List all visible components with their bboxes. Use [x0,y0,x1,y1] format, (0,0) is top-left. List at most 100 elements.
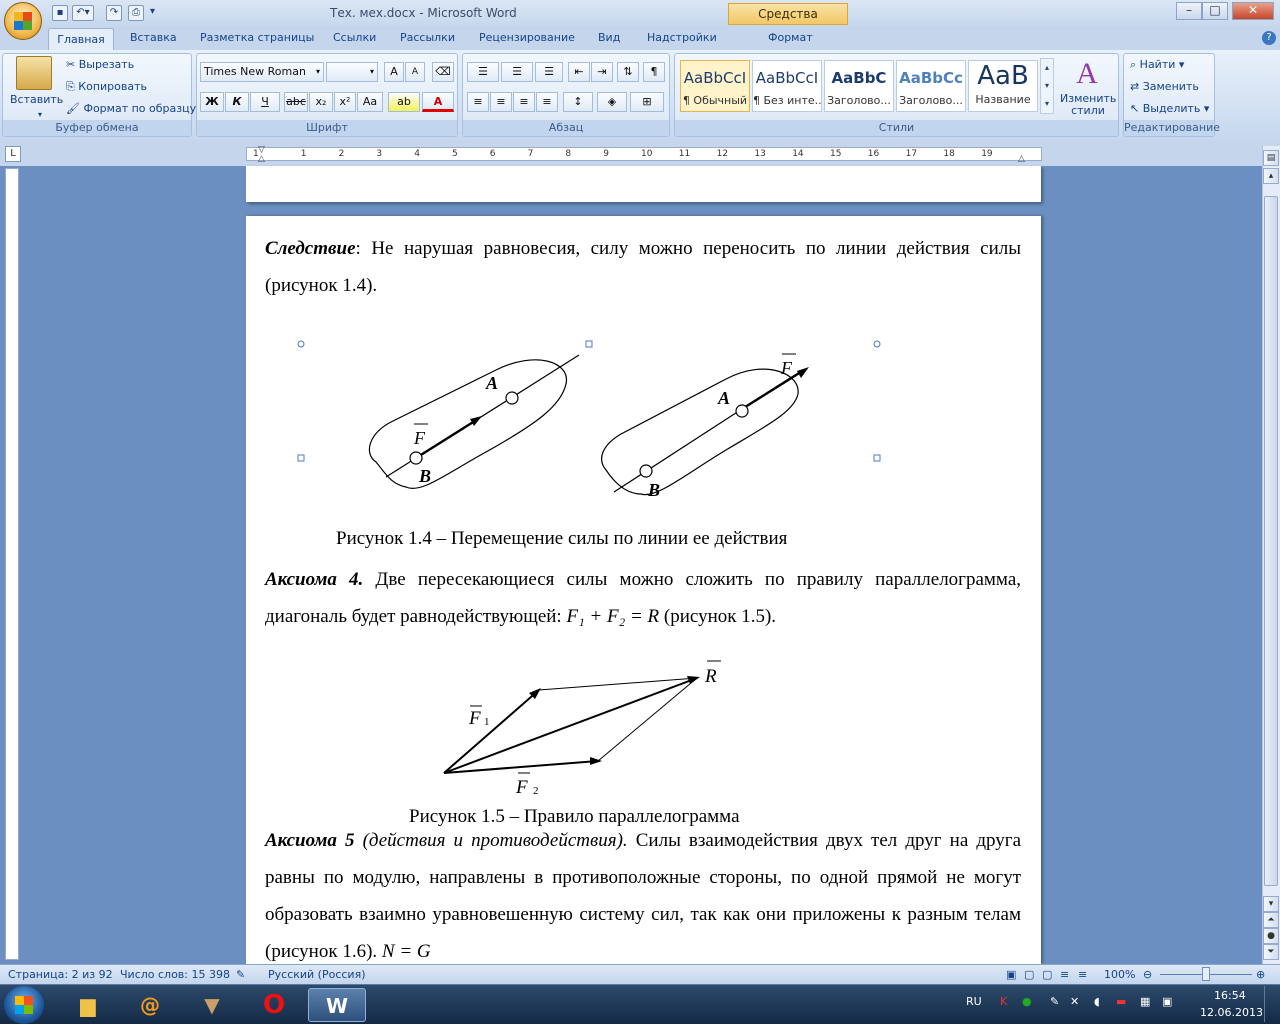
office-button[interactable] [4,2,42,40]
language-indicator[interactable]: Русский (Россия) [268,968,366,981]
tab-format[interactable]: Формат [768,31,813,44]
scrollbar-thumb[interactable] [1264,196,1278,886]
increase-indent-icon[interactable]: ⇥ [591,62,613,82]
select-button[interactable]: ↖ Выделить ▾ [1130,102,1209,115]
spellcheck-icon[interactable]: ✎ [236,968,245,981]
word-taskbar-icon[interactable]: W [308,988,366,1022]
tray-tool-icon[interactable]: ✕ [1070,995,1079,1008]
volume-icon[interactable]: ◖ [1094,995,1100,1008]
view-full-screen-icon[interactable]: ▢ [1024,968,1034,981]
copy-button[interactable]: ⎘ Копировать [66,80,147,94]
clipboard-paste-icon[interactable] [16,56,52,90]
zoom-slider-thumb[interactable] [1202,967,1210,981]
bullets-icon[interactable]: ☰ [467,62,499,82]
style-normal[interactable]: AaBbCcI ¶ Обычный [680,60,750,112]
multilevel-list-icon[interactable]: ☰ [535,62,563,82]
tab-insert[interactable]: Вставка [130,31,177,44]
previous-page-icon[interactable]: ⏶ [1263,912,1279,928]
replace-button[interactable]: ⇄ Заменить [1130,80,1199,93]
tab-mailings[interactable]: Рассылки [400,31,455,44]
network-icon[interactable]: ▦ [1140,995,1150,1008]
zoom-level[interactable]: 100% [1104,968,1135,981]
tray-pen-icon[interactable]: ✎ [1050,995,1059,1008]
tab-references[interactable]: Ссылки [333,31,376,44]
action-center-icon[interactable]: ▣ [1162,995,1172,1008]
close-button[interactable]: ✕ [1232,2,1274,20]
handle-middle-left[interactable] [297,454,305,462]
browse-object-icon[interactable]: ● [1263,928,1279,944]
font-color-icon[interactable]: A [422,92,454,112]
handle-top-center[interactable] [585,340,593,348]
change-case-button[interactable]: Aa [357,92,383,112]
superscript-button[interactable]: x² [334,92,356,112]
show-marks-button[interactable]: ¶ [643,62,665,82]
page-counter[interactable]: Страница: 2 из 92 [8,968,113,981]
selection-handles[interactable] [297,340,881,462]
paste-button[interactable]: Вставить [10,93,63,106]
zoom-in-icon[interactable]: ⊕ [1256,968,1265,981]
ruler-toggle-icon[interactable]: ▤ [1263,150,1279,166]
zoom-out-icon[interactable]: ⊖ [1143,968,1152,981]
align-center-icon[interactable]: ≡ [490,92,512,112]
paragraph-axiom-4[interactable]: Аксиома 4. Две пересекающиеся силы можно… [265,561,1021,635]
view-draft-icon[interactable]: ≡ [1078,968,1087,981]
show-desktop-button[interactable] [1264,986,1278,1022]
view-outline-icon[interactable]: ≡ [1060,968,1069,981]
subscript-button[interactable]: x₂ [309,92,333,112]
decrease-indent-icon[interactable]: ⇤ [568,62,590,82]
borders-icon[interactable]: ⊞ [630,92,664,112]
figure-1-4[interactable]: A B A B F F [246,334,1041,516]
horizontal-ruler[interactable]: 1 1 2 3 4 5 6 7 8 9 10 11 12 13 14 15 16 17 18 19 [246,147,1042,161]
vertical-ruler[interactable] [5,168,19,960]
style-heading-2[interactable]: AaBbCc Заголово... [896,60,966,112]
print-icon[interactable]: ⎙ [128,5,144,21]
align-left-icon[interactable]: ≡ [467,92,489,112]
align-right-icon[interactable]: ≡ [513,92,535,112]
left-indent-marker[interactable]: △ [258,154,265,164]
numbering-icon[interactable]: ☰ [501,62,533,82]
explorer-icon[interactable]: ▆ [64,988,112,1022]
next-page-icon[interactable]: ⏷ [1263,944,1279,960]
input-language[interactable]: RU [966,995,982,1008]
redo-icon[interactable]: ↷ [106,5,122,21]
opera-icon[interactable]: O [250,988,298,1022]
mail-agent-icon[interactable]: @ [126,988,174,1022]
help-icon[interactable]: ? [1262,31,1276,45]
document-page[interactable]: Следствие: Не нарушая равновесия, силу м… [246,216,1041,964]
style-no-spacing[interactable]: AaBbCcI ¶ Без инте... [752,60,822,112]
scroll-up-icon[interactable]: ▴ [1263,168,1279,184]
styles-gallery-scroll[interactable]: ▴ ▾ ▾ [1040,58,1054,114]
font-size-combo[interactable]: ▾ [326,62,378,82]
find-button[interactable]: ⌕ Найти ▾ [1130,58,1184,72]
word-count[interactable]: Число слов: 15 398 [120,968,230,981]
paste-dropdown-icon[interactable]: ▾ [38,110,42,119]
tab-addins[interactable]: Надстройки [647,31,717,44]
cut-button[interactable]: ✂ Вырезать [66,58,134,71]
shrink-font-button[interactable]: A [405,62,425,82]
tray-app-icon[interactable]: ● [1022,995,1032,1008]
tab-selector[interactable]: L [5,146,21,162]
format-painter-button[interactable]: 🖌 Формат по образцу [66,102,196,115]
sort-icon[interactable]: ⇅ [617,62,639,82]
shading-icon[interactable]: ◈ [597,92,627,112]
italic-button[interactable]: К [225,92,249,112]
handle-top-left[interactable] [297,340,305,348]
clear-format-icon[interactable]: ⌫ [432,62,454,82]
view-web-icon[interactable]: ▢ [1042,968,1052,981]
underline-button[interactable]: Ч [250,92,280,112]
tab-view[interactable]: Вид [598,31,620,44]
style-title[interactable]: AaB Название [968,60,1038,112]
highlight-icon[interactable]: ab [388,92,420,112]
style-heading-1[interactable]: AaBbC Заголово... [824,60,894,112]
right-indent-marker[interactable]: △ [1018,154,1025,164]
line-spacing-icon[interactable]: ↕ [563,92,593,112]
start-button[interactable] [4,986,44,1024]
scroll-down-icon[interactable]: ▾ [1263,896,1279,912]
paragraph-axiom-5[interactable]: Аксиома 5 (действия и противодействия). … [265,822,1021,964]
undo-icon[interactable]: ↶▾ [72,5,94,21]
paragraph-corollary[interactable]: Следствие: Не нарушая равновесия, силу м… [265,230,1021,304]
tab-review[interactable]: Рецензирование [479,31,575,44]
clock-time[interactable]: 16:54 [1214,989,1246,1002]
customize-qat-icon[interactable]: ▾ [150,6,155,17]
clock-date[interactable]: 12.06.2013 [1200,1006,1263,1019]
